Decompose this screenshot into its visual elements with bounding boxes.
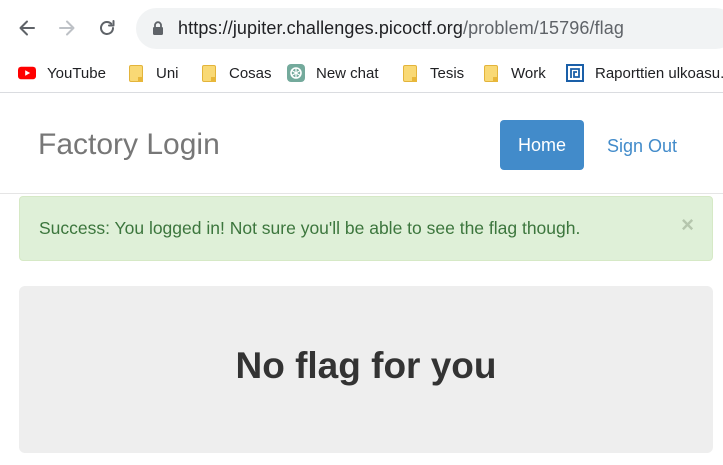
forward-button[interactable] [51, 12, 83, 44]
close-icon[interactable]: × [681, 212, 694, 238]
brand-title[interactable]: Factory Login [38, 128, 220, 162]
reload-icon [100, 20, 115, 35]
bookmark-label: Cosas [229, 64, 272, 82]
bookmark-raporttien[interactable]: Raporttien ulkoasu... [566, 62, 723, 84]
bookmarks-bar: YouTube Uni Cosas New chat Tesis Work Ra… [0, 56, 723, 93]
youtube-icon [18, 64, 36, 82]
bookmark-cosas[interactable]: Cosas [200, 62, 272, 84]
arrow-left-icon [19, 20, 35, 36]
url-text: https://jupiter.challenges.picoctf.org/p… [178, 18, 624, 39]
lock-icon [153, 21, 163, 35]
bookmark-label: Raporttien ulkoasu... [595, 64, 723, 82]
bookmark-label: Work [511, 64, 546, 82]
chatgpt-icon [287, 64, 305, 82]
browser-toolbar: https://jupiter.challenges.picoctf.org/p… [0, 0, 723, 56]
bookmark-label: YouTube [47, 64, 106, 82]
page-heading: No flag for you [235, 345, 497, 386]
report-icon [566, 64, 584, 82]
bookmark-label: New chat [316, 64, 379, 82]
url-host: https://jupiter.challenges.picoctf.org [178, 18, 463, 38]
bookmark-work[interactable]: Work [482, 62, 546, 84]
back-button[interactable] [11, 12, 43, 44]
folder-icon [200, 64, 218, 82]
site-navbar: Factory Login Home Sign Out [0, 93, 723, 194]
jumbotron: No flag for you [19, 286, 713, 453]
folder-icon [127, 64, 145, 82]
success-alert: Success: You logged in! Not sure you'll … [19, 196, 713, 261]
bookmark-uni[interactable]: Uni [127, 62, 179, 84]
address-bar[interactable]: https://jupiter.challenges.picoctf.org/p… [136, 8, 723, 49]
sign-out-link[interactable]: Sign Out [607, 136, 677, 157]
folder-icon [482, 64, 500, 82]
bookmark-tesis[interactable]: Tesis [401, 62, 464, 84]
bookmark-youtube[interactable]: YouTube [18, 62, 106, 84]
bookmark-label: Tesis [430, 64, 465, 82]
bookmark-label: Uni [156, 64, 179, 82]
arrow-right-icon [59, 20, 75, 36]
reload-button[interactable] [91, 12, 123, 44]
alert-message: Success: You logged in! Not sure you'll … [39, 218, 581, 238]
url-path: /problem/15796/flag [462, 18, 624, 38]
bookmark-new-chat[interactable]: New chat [287, 62, 379, 84]
folder-icon [401, 64, 419, 82]
home-button[interactable]: Home [500, 120, 584, 170]
